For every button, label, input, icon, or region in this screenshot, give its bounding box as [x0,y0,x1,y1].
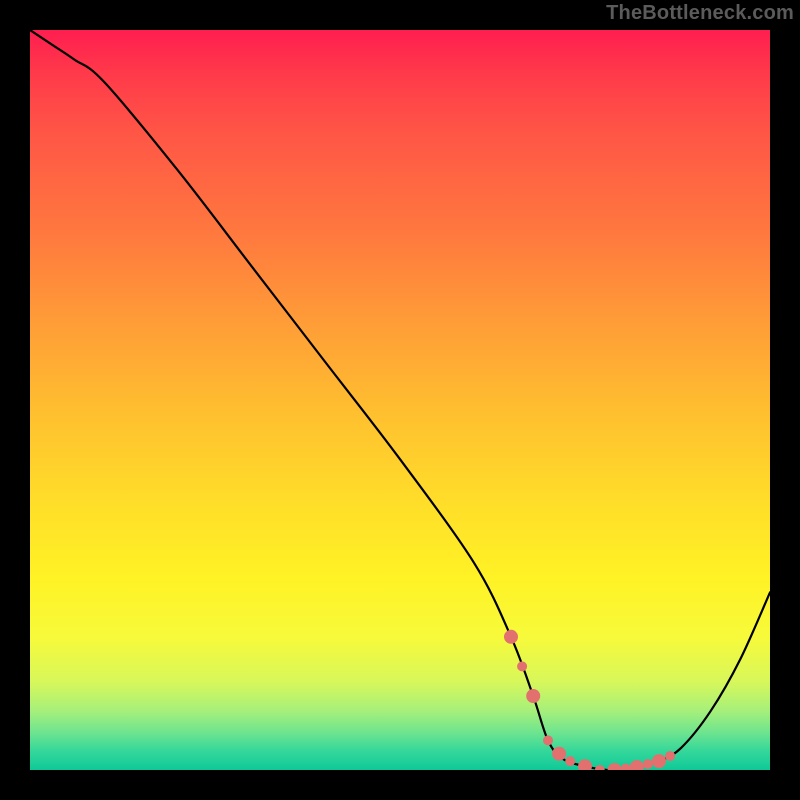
sweet-spot-dot [578,759,592,770]
sweet-spot-dot [504,630,518,644]
sweet-spot-dot [517,661,527,671]
sweet-spot-dot [665,751,675,761]
sweet-spot-dot [652,754,666,768]
sweet-spot-dot [552,747,566,761]
sweet-spot-dot [621,764,631,770]
bottleneck-curve [30,30,770,770]
sweet-spot-dot [595,765,605,770]
sweet-spot-dot [526,689,540,703]
plot-area [30,30,770,770]
watermark-text: TheBottleneck.com [606,2,794,25]
chart-frame: TheBottleneck.com [0,0,800,800]
sweet-spot-dot [565,756,575,766]
curve-layer [30,30,770,770]
sweet-spot-dot [643,759,653,769]
sweet-spot-dot [608,763,622,770]
sweet-spot-dot [630,760,644,770]
sweet-spot-dots [504,630,675,770]
sweet-spot-dot [543,735,553,745]
